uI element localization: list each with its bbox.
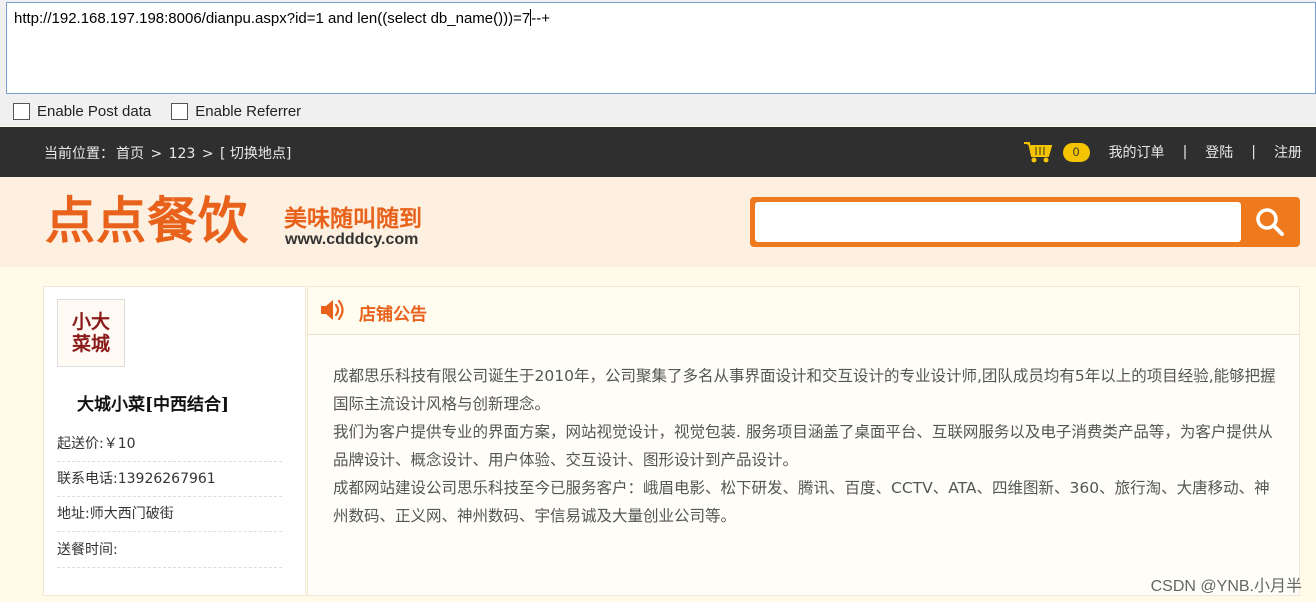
post-data-label: Enable Post data [37,102,152,120]
url-input[interactable]: http://192.168.197.198:8006/dianpu.aspx?… [6,2,1316,94]
divider: | [1182,144,1188,160]
cart-icon[interactable] [1023,140,1053,164]
shop-info-panel: 小大菜城 大城小菜[中西结合] 起送价:￥10 联系电话:13926267961… [43,286,306,596]
notice-panel: 店铺公告 成都思乐科技有限公司诞生于2010年，公司聚集了多名从事界面设计和交互… [307,286,1300,596]
post-data-checkbox[interactable] [13,102,30,120]
top-nav-bar: 当前位置： 首页 > 123 > [ 切换地点] 0 我的订单 | 登陆 | 注册 [0,127,1316,177]
url-text-tail: --+ [531,10,550,27]
notice-title: 店铺公告 [359,305,427,325]
search-box [750,197,1300,247]
watermark: CSDN @YNB.小月半 [1150,578,1302,595]
breadcrumb-separator: > [146,146,167,162]
breadcrumb-separator: > [197,146,219,162]
user-links: 0 我的订单 | 登陆 | 注册 [1023,140,1302,164]
search-icon [1256,208,1284,236]
site-logo[interactable]: 点点餐饮 [45,191,249,251]
referrer-checkbox[interactable] [171,102,189,120]
register-link[interactable]: 注册 [1274,142,1302,162]
shop-delivery-time: 送餐时间: [57,539,282,568]
site-slogan: 美味随叫随到 [284,206,422,232]
shop-name: 大城小菜[中西结合] [77,395,230,415]
shop-address: 地址:师大西门破街 [57,503,282,532]
site-url: www.cdddcy.com [285,231,419,248]
options-bar: Enable Post data Enable Referrer [0,96,1316,126]
breadcrumb-prefix: 当前位置： [44,146,114,162]
url-panel: http://192.168.197.198:8006/dianpu.aspx?… [0,0,1316,96]
notice-paragraph: 成都思乐科技有限公司诞生于2010年，公司聚集了多名从事界面设计和交互设计的专业… [333,367,1276,413]
notice-body: 成都思乐科技有限公司诞生于2010年，公司聚集了多名从事界面设计和交互设计的专业… [333,362,1278,530]
shop-logo-text: 小大菜城 [71,311,110,355]
shop-phone: 联系电话:13926267961 [57,468,282,497]
switch-location-link[interactable]: [ 切换地点] [220,146,291,162]
search-button[interactable] [1242,200,1298,244]
divider: | [1251,144,1256,160]
notice-paragraph: 我们为客户提供专业的界面方案，网站视觉设计，视觉包装. 服务项目涵盖了桌面平台、… [333,423,1273,469]
breadcrumb-city-link[interactable]: 123 [169,146,196,162]
enable-referrer-option[interactable]: Enable Referrer [171,102,302,120]
notice-paragraph: 成都网站建设公司思乐科技至今已服务客户：峨眉电影、松下研发、腾讯、百度、CCTV… [333,479,1270,525]
breadcrumb: 当前位置： 首页 > 123 > [ 切换地点] [44,143,293,163]
site-header: 点点餐饮 美味随叫随到 www.cdddcy.com [0,177,1316,267]
login-link[interactable]: 登陆 [1205,142,1233,162]
shop-logo: 小大菜城 [57,299,125,367]
enable-post-data-option[interactable]: Enable Post data [13,102,152,120]
shop-min-price: 起送价:￥10 [57,433,282,462]
my-orders-link[interactable]: 我的订单 [1109,142,1165,162]
referrer-label: Enable Referrer [195,102,302,120]
breadcrumb-home-link[interactable]: 首页 [116,146,144,162]
cart-count-badge: 0 [1062,142,1090,162]
search-input[interactable] [755,202,1241,242]
url-text: http://192.168.197.198:8006/dianpu.aspx?… [14,10,531,27]
notice-header: 店铺公告 [308,287,1299,335]
speaker-icon [321,299,344,321]
